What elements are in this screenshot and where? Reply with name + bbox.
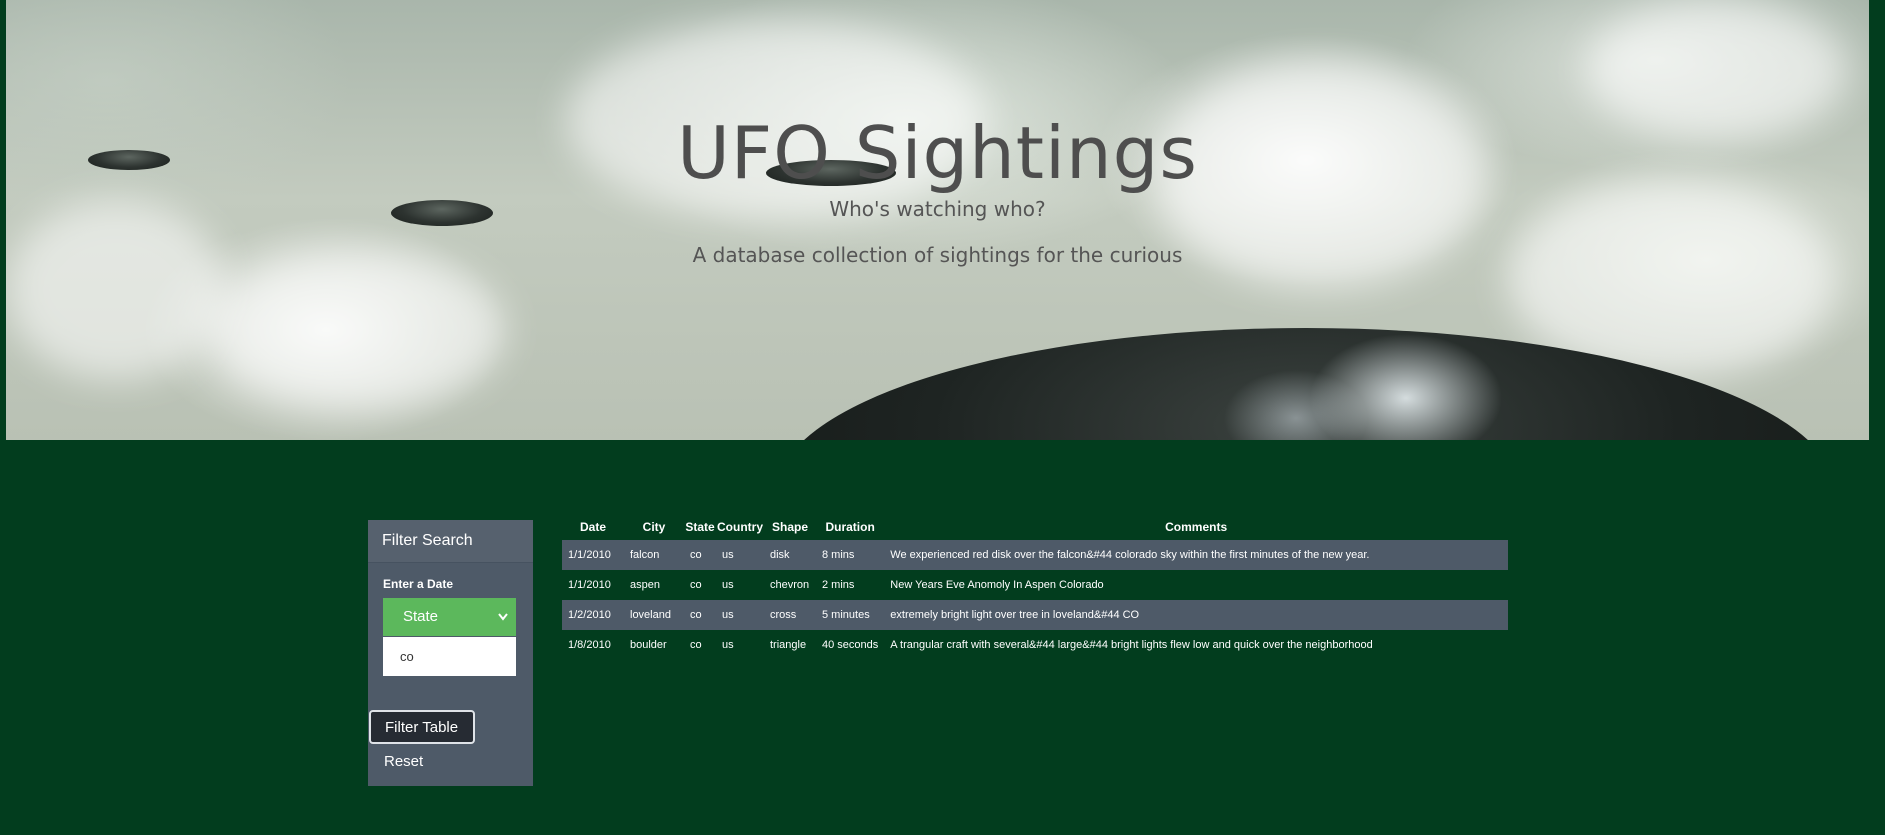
cloud: [206, 250, 506, 410]
cell-city: aspen: [630, 579, 660, 591]
header-shape: Shape: [771, 520, 808, 534]
cell-shape: disk: [770, 549, 790, 561]
table-header-row: Date City State Country Shape Duration C…: [562, 514, 1508, 540]
header-city: City: [642, 520, 666, 534]
cell-duration: 8 mins: [822, 549, 855, 561]
filter-panel-heading: Filter Search: [368, 520, 533, 563]
page-subtitle: Who's watching who?: [829, 197, 1046, 221]
cell-duration: 2 mins: [822, 579, 855, 591]
cell-shape: chevron: [770, 579, 810, 591]
table-row: 1/8/2010 boulder co us triangle 40 secon…: [562, 630, 1508, 660]
table-row: 1/1/2010 falcon co us disk 8 mins We exp…: [562, 540, 1508, 570]
header-comments: Comments: [1165, 520, 1228, 534]
cell-shape: triangle: [770, 639, 807, 651]
hero-text: UFO Sightings Who's watching who? A data…: [6, 110, 1869, 268]
cell-city: loveland: [630, 609, 671, 621]
filter-field-select[interactable]: State: [383, 598, 516, 636]
header-country: Country: [717, 520, 763, 534]
cell-state: co: [690, 579, 702, 591]
chevron-down-icon: [498, 613, 508, 621]
cell-date: 1/1/2010: [568, 579, 611, 591]
cell-state: co: [690, 549, 702, 561]
cell-duration: 5 minutes: [822, 609, 870, 621]
cell-state: co: [690, 609, 702, 621]
filter-panel: Filter Search Enter a Date State Filter …: [368, 520, 533, 786]
cell-comments: extremely bright light over tree in love…: [890, 609, 1140, 621]
filter-table-button[interactable]: Filter Table: [369, 710, 475, 744]
cell-comments: New Years Eve Anomoly In Aspen Colorado: [890, 579, 1104, 591]
cell-country: us: [722, 549, 734, 561]
header-duration: Duration: [825, 520, 875, 534]
cell-country: us: [722, 639, 734, 651]
cell-date: 1/2/2010: [568, 609, 611, 621]
sightings-table: Date City State Country Shape Duration C…: [562, 514, 1508, 660]
cell-comments: We experienced red disk over the falcon&…: [890, 549, 1370, 561]
cell-comments: A trangular craft with several&#44 large…: [890, 639, 1373, 651]
date-label: Enter a Date: [383, 577, 454, 591]
header-state: State: [685, 520, 715, 534]
hero-banner: UFO Sightings Who's watching who? A data…: [6, 0, 1869, 440]
page-tagline: A database collection of sightings for t…: [692, 243, 1183, 267]
cell-date: 1/1/2010: [568, 549, 611, 561]
cell-city: falcon: [630, 549, 660, 561]
page-title: UFO Sightings: [677, 111, 1198, 195]
select-value: State: [403, 608, 439, 625]
cell-date: 1/8/2010: [568, 639, 611, 651]
cell-state: co: [690, 639, 702, 651]
filter-value-input[interactable]: [383, 637, 516, 676]
reset-button[interactable]: Reset: [384, 753, 423, 770]
header-date: Date: [579, 520, 606, 534]
cell-country: us: [722, 579, 734, 591]
cell-country: us: [722, 609, 734, 621]
cell-duration: 40 seconds: [822, 639, 879, 651]
table-row: 1/1/2010 aspen co us chevron 2 mins New …: [562, 570, 1508, 600]
cell-city: boulder: [630, 639, 667, 651]
table-row: 1/2/2010 loveland co us cross 5 minutes …: [562, 600, 1508, 630]
cell-shape: cross: [770, 609, 797, 621]
